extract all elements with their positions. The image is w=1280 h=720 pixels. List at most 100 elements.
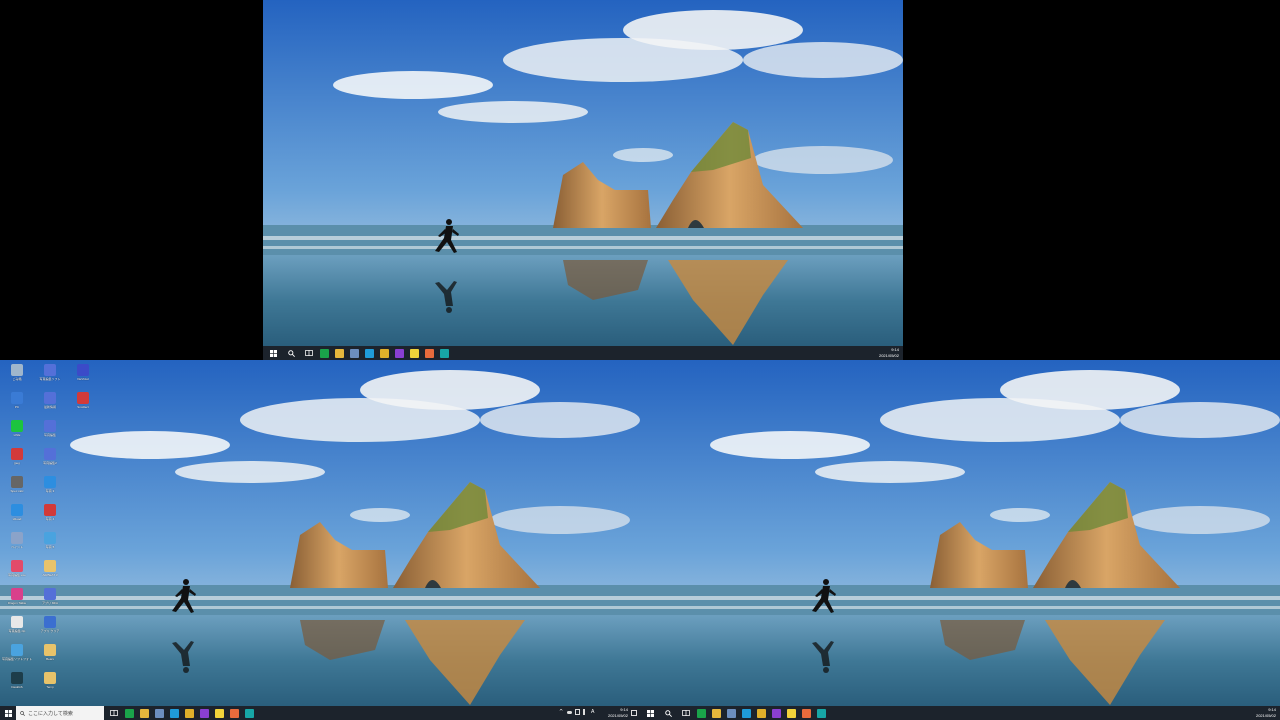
desktop-icon-image (44, 672, 56, 684)
desktop-icon[interactable]: AIRBEAT 3 (34, 557, 66, 585)
desktop-icon[interactable]: アプリ MFA (34, 585, 66, 613)
document-app-icon[interactable] (727, 708, 736, 718)
desktop-icon[interactable]: 最新情報 (34, 389, 66, 417)
ime-icon[interactable]: A (591, 709, 596, 715)
desktop-icon[interactable]: 写真編集2 (34, 445, 66, 473)
teal-app-icon[interactable] (440, 348, 449, 358)
desktop-icon[interactable]: jpeg (1, 445, 33, 473)
search-icon[interactable] (286, 348, 296, 358)
desktop-icon-label: 写真編集ソフト (39, 377, 61, 381)
windows-logo-icon[interactable] (645, 708, 655, 718)
desktop-icon-label: SnoRect (77, 405, 89, 409)
teal-app-icon[interactable] (245, 708, 254, 718)
search-icon[interactable] (663, 708, 673, 718)
desktop-icon-image (11, 644, 23, 656)
taskbar-clock[interactable]: 9:14 2021/05/02 (1256, 707, 1276, 718)
monitor-bottom-right: 9:14 2021/05/02 (640, 360, 1280, 720)
desktop-icon[interactable]: ペイント (1, 529, 33, 557)
desktop-icon[interactable]: LINE (1, 417, 33, 445)
volume-icon[interactable] (583, 709, 588, 715)
desktop-icon-image (11, 672, 23, 684)
paint-app-icon[interactable] (230, 708, 239, 718)
purple-app-icon[interactable] (395, 348, 404, 358)
edge-browser-icon[interactable] (742, 708, 751, 718)
paint-app-icon[interactable] (425, 348, 434, 358)
desktop-icon[interactable]: ごみ箱 (1, 361, 33, 389)
desktop-icon[interactable]: 写真 5 (34, 529, 66, 557)
taskbar: 9:14 2021/05/02 (263, 346, 903, 360)
edge-browser-icon[interactable] (170, 708, 179, 718)
desktop-icon[interactable]: Bears (34, 641, 66, 669)
desktop-icon-image (44, 532, 56, 544)
desktop-icon[interactable]: DeskGS (1, 669, 33, 697)
file-explorer-icon[interactable] (335, 348, 344, 358)
desktop-icon[interactable]: 写真編集.exe (1, 557, 33, 585)
network-icon[interactable] (575, 709, 580, 715)
desktop-icon-label: Dragon Talkie (7, 601, 27, 605)
desktop-icon[interactable]: 写真 3 (34, 473, 66, 501)
purple-app-icon[interactable] (200, 708, 209, 718)
sticky-notes-icon[interactable] (787, 708, 796, 718)
document-app-icon[interactable] (155, 708, 164, 718)
green-app-icon[interactable] (320, 348, 329, 358)
file-explorer-icon[interactable] (712, 708, 721, 718)
edge-browser-icon[interactable] (365, 348, 374, 358)
chrome-browser-icon[interactable] (380, 348, 389, 358)
task-view-icon[interactable] (304, 348, 314, 358)
desktop-icon-label: PC (14, 405, 20, 409)
desktop-icon-label: 写真 3 (45, 489, 55, 493)
desktop-icon-image (11, 448, 23, 460)
file-explorer-icon[interactable] (140, 708, 149, 718)
desktop-icon-image (11, 476, 23, 488)
desktop-icon[interactable]: Spec calc (1, 473, 33, 501)
green-app-icon[interactable] (125, 708, 134, 718)
desktop-icon[interactable]: 写真編集ソフト (34, 361, 66, 389)
taskbar-clock[interactable]: 9:14 2021/05/02 (879, 347, 899, 358)
task-view-icon[interactable] (681, 708, 691, 718)
task-view-icon[interactable] (109, 708, 119, 718)
desktop-icon[interactable]: SnoRect (67, 389, 99, 417)
search-icon (20, 710, 25, 716)
taskbar: ここに入力して検索 ^ A 9:14 2021/05/02 (0, 706, 640, 720)
chrome-browser-icon[interactable] (757, 708, 766, 718)
desktop-icon[interactable]: 写真編集.zip (1, 613, 33, 641)
sticky-notes-icon[interactable] (410, 348, 419, 358)
desktop-icon[interactable]: 写真編集 (34, 417, 66, 445)
desktop-icon-image (11, 532, 23, 544)
desktop-icon-label: 最新情報 (43, 405, 56, 409)
desktop-icon[interactable]: 写真 4 (34, 501, 66, 529)
desktop-icon-label: fileVNsd (77, 377, 89, 381)
desktop-icon-image (11, 364, 23, 376)
desktop-icon-label: アプリ MFA (41, 601, 58, 605)
desktop-wallpaper (263, 0, 903, 346)
desktop-icon[interactable]: PC (1, 389, 33, 417)
desktop-icon-label: 写真編集.exe (8, 573, 26, 577)
purple-app-icon[interactable] (772, 708, 781, 718)
windows-logo-icon[interactable] (3, 708, 13, 718)
desktop-icon-label: ごみ箱 (12, 377, 22, 381)
search-placeholder: ここに入力して検索 (28, 710, 73, 717)
show-hidden-icons-icon[interactable]: ^ (559, 709, 564, 715)
desktop-icon[interactable]: 写真編集ソフトフォト (1, 641, 33, 669)
desktop-icon[interactable]: アプリ クリア (34, 613, 66, 641)
windows-logo-icon[interactable] (268, 348, 278, 358)
desktop-icon[interactable]: Temp (34, 669, 66, 697)
desktop-icon-image (44, 588, 56, 600)
green-app-icon[interactable] (697, 708, 706, 718)
taskbar: 9:14 2021/05/02 (640, 706, 1280, 720)
paint-app-icon[interactable] (802, 708, 811, 718)
document-app-icon[interactable] (350, 348, 359, 358)
search-input[interactable]: ここに入力して検索 (16, 706, 104, 720)
desktop-icon-label: ペイント (10, 545, 23, 549)
notification-icon[interactable] (631, 710, 637, 716)
taskbar-clock[interactable]: 9:14 2021/05/02 (608, 707, 628, 718)
chrome-browser-icon[interactable] (185, 708, 194, 718)
teal-app-icon[interactable] (817, 708, 826, 718)
cloud-icon[interactable] (567, 711, 572, 714)
desktop-icon[interactable]: xRead (1, 501, 33, 529)
monitor-bottom-left: ごみ箱 PC LINE jpeg Spec calc xRead ペイント写真編集.exe D… (0, 360, 640, 720)
sticky-notes-icon[interactable] (215, 708, 224, 718)
desktop-icon[interactable]: Dragon Talkie (1, 585, 33, 613)
system-tray[interactable]: ^ A (559, 709, 596, 715)
desktop-icon[interactable]: fileVNsd (67, 361, 99, 389)
